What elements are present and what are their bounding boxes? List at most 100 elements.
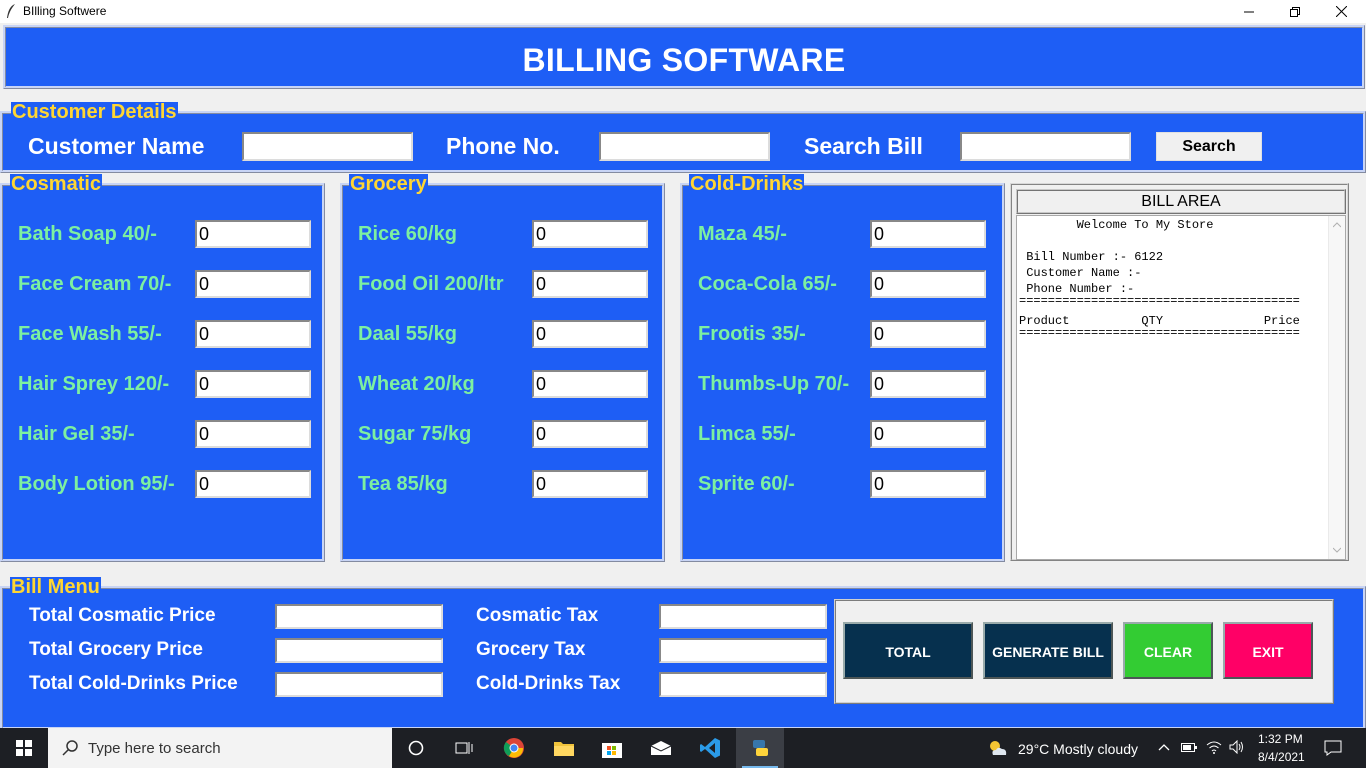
search-bill-label: Search Bill xyxy=(804,133,923,159)
battery-icon[interactable] xyxy=(1181,742,1197,753)
wifi-icon[interactable] xyxy=(1206,740,1222,754)
maza-label: Maza 45/- xyxy=(698,223,787,245)
total-cold-drinks-label: Total Cold-Drinks Price xyxy=(29,673,238,694)
taskbar-python[interactable] xyxy=(736,728,784,768)
hair-spray-qty[interactable]: 0 xyxy=(195,370,311,398)
cosmetic-legend: Cosmatic xyxy=(10,173,103,195)
total-grocery-label: Total Grocery Price xyxy=(29,639,203,660)
generate-bill-button[interactable]: GENERATE BILL xyxy=(983,622,1113,679)
rice-qty[interactable]: 0 xyxy=(532,220,648,248)
bill-text-area[interactable]: Welcome To My Store Bill Number :- 6122 … xyxy=(1016,215,1346,560)
total-grocery-input[interactable] xyxy=(275,638,443,663)
grocery-legend: Grocery xyxy=(349,173,428,195)
minimize-button[interactable] xyxy=(1226,0,1272,23)
daal-qty[interactable]: 0 xyxy=(532,320,648,348)
taskbar-mail[interactable] xyxy=(637,728,685,768)
restore-button[interactable] xyxy=(1272,0,1318,23)
close-button[interactable] xyxy=(1318,0,1364,23)
total-cosmetic-input[interactable] xyxy=(275,604,443,629)
scroll-down-icon[interactable] xyxy=(1333,547,1341,553)
bill-line-welcome: Welcome To My Store xyxy=(1019,218,1214,232)
bath-soap-label: Bath Soap 40/- xyxy=(18,223,157,245)
tea-label: Tea 85/kg xyxy=(358,473,448,495)
maza-qty[interactable]: 0 xyxy=(870,220,986,248)
phone-label: Phone No. xyxy=(446,133,560,159)
customer-name-input[interactable] xyxy=(242,132,413,161)
cosmetic-tax-input[interactable] xyxy=(659,604,827,629)
chevron-up-icon[interactable] xyxy=(1158,743,1170,751)
body-lotion-label: Body Lotion 95/- xyxy=(18,473,175,495)
clear-button[interactable]: CLEAR xyxy=(1123,622,1213,679)
cold-drinks-legend: Cold-Drinks xyxy=(689,173,805,195)
thumbs-up-label: Thumbs-Up 70/- xyxy=(698,373,850,395)
taskbar-file-explorer[interactable] xyxy=(540,728,588,768)
bill-area-frame: BILL AREA Welcome To My Store Bill Numbe… xyxy=(1010,183,1349,561)
hair-gel-qty[interactable]: 0 xyxy=(195,420,311,448)
exit-button[interactable]: EXIT xyxy=(1223,622,1313,679)
food-oil-qty[interactable]: 0 xyxy=(532,270,648,298)
taskbar-chrome[interactable] xyxy=(490,728,538,768)
volume-icon[interactable] xyxy=(1229,740,1245,754)
rice-label: Rice 60/kg xyxy=(358,223,457,245)
thumbs-up-qty[interactable]: 0 xyxy=(870,370,986,398)
vscode-icon xyxy=(700,738,720,758)
total-cold-drinks-input[interactable] xyxy=(275,672,443,697)
minimize-icon xyxy=(1244,11,1254,12)
frootis-qty[interactable]: 0 xyxy=(870,320,986,348)
cortana-icon xyxy=(408,740,424,756)
bill-line-customer: Customer Name :- xyxy=(1019,266,1142,280)
sugar-qty[interactable]: 0 xyxy=(532,420,648,448)
bath-soap-qty[interactable]: 0 xyxy=(195,220,311,248)
cold-drinks-tax-label: Cold-Drinks Tax xyxy=(476,673,621,694)
tea-qty[interactable]: 0 xyxy=(532,470,648,498)
grocery-tax-input[interactable] xyxy=(659,638,827,663)
customer-name-label: Customer Name xyxy=(28,133,205,159)
scroll-up-icon[interactable] xyxy=(1333,222,1341,228)
taskbar-vscode[interactable] xyxy=(686,728,734,768)
weather-text[interactable]: 29°C Mostly cloudy xyxy=(1018,741,1138,757)
task-view-button[interactable] xyxy=(440,728,488,768)
frootis-label: Frootis 35/- xyxy=(698,323,806,345)
app-title: BILLING SOFTWARE xyxy=(522,42,846,78)
taskbar-search-placeholder: Type here to search xyxy=(88,740,221,757)
body-lotion-qty[interactable]: 0 xyxy=(195,470,311,498)
total-cosmetic-label: Total Cosmatic Price xyxy=(29,605,216,626)
weather-icon[interactable] xyxy=(986,738,1010,758)
cortana-button[interactable] xyxy=(392,728,440,768)
bill-scrollbar[interactable] xyxy=(1328,216,1345,559)
search-icon xyxy=(62,740,78,756)
window-title: BIlling Softwere xyxy=(23,4,107,18)
taskbar-store[interactable] xyxy=(588,728,636,768)
mail-icon xyxy=(650,741,672,755)
hair-gel-label: Hair Gel 35/- xyxy=(18,423,135,445)
sprite-qty[interactable]: 0 xyxy=(870,470,986,498)
clock-date[interactable]: 8/4/2021 xyxy=(1258,750,1305,764)
phone-input[interactable] xyxy=(599,132,770,161)
cosmetic-tax-label: Cosmatic Tax xyxy=(476,605,599,626)
face-wash-label: Face Wash 55/- xyxy=(18,323,162,345)
chrome-icon xyxy=(503,738,524,758)
hair-spray-label: Hair Sprey 120/- xyxy=(18,373,170,395)
search-button[interactable]: Search xyxy=(1156,132,1262,161)
search-bill-input[interactable] xyxy=(960,132,1131,161)
task-view-icon xyxy=(455,742,473,754)
food-oil-label: Food Oil 200/ltr xyxy=(358,273,504,295)
feather-icon xyxy=(7,4,15,18)
face-wash-qty[interactable]: 0 xyxy=(195,320,311,348)
bill-line-separator: ======================================= xyxy=(1019,294,1300,308)
limca-qty[interactable]: 0 xyxy=(870,420,986,448)
face-cream-qty[interactable]: 0 xyxy=(195,270,311,298)
cold-drinks-tax-input[interactable] xyxy=(659,672,827,697)
coca-cola-qty[interactable]: 0 xyxy=(870,270,986,298)
clock-time[interactable]: 1:32 PM xyxy=(1258,732,1303,746)
coca-cola-label: Coca-Cola 65/- xyxy=(698,273,837,295)
notifications-icon[interactable] xyxy=(1324,740,1342,756)
bill-area-title: BILL AREA xyxy=(1016,189,1346,214)
total-button[interactable]: TOTAL xyxy=(843,622,973,679)
wheat-qty[interactable]: 0 xyxy=(532,370,648,398)
taskbar-search-box[interactable]: Type here to search xyxy=(48,728,392,768)
app-header: BILLING SOFTWARE xyxy=(3,25,1365,89)
start-button[interactable] xyxy=(0,728,48,768)
sprite-label: Sprite 60/- xyxy=(698,473,795,495)
customer-details-legend: Customer Details xyxy=(11,101,178,123)
